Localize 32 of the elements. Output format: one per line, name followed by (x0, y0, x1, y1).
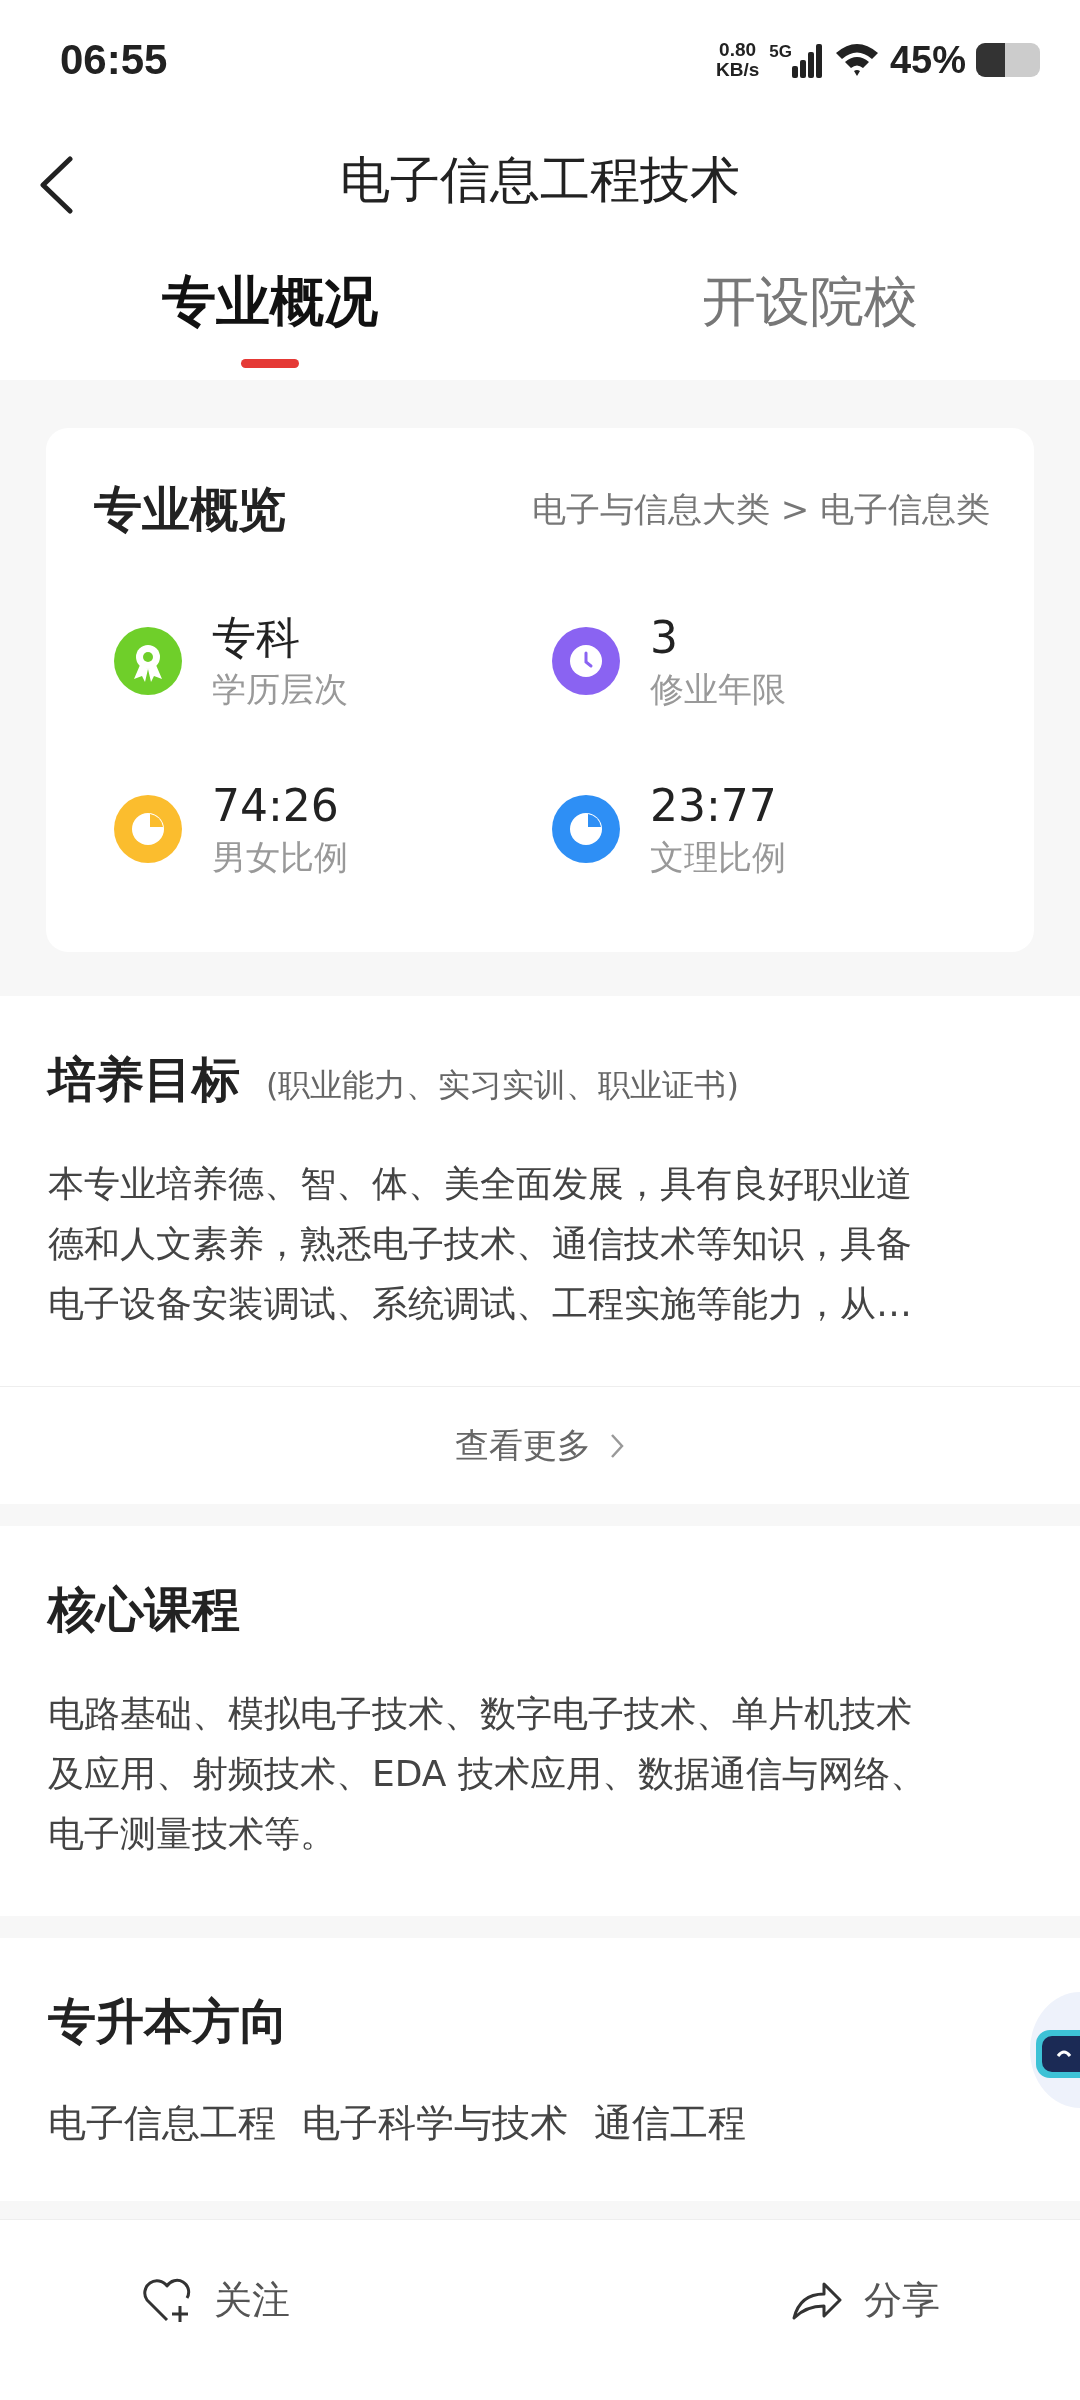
section-title: 培养目标 (48, 1050, 240, 1109)
battery-percent: 45% (889, 38, 966, 82)
section-subtitle: (职业能力、实习实训、职业证书) (266, 1065, 739, 1106)
tab[interactable]: 专业概况 (0, 240, 540, 380)
assistant-icon[interactable] (1028, 1990, 1080, 2110)
stat-label: 学历层次 (212, 668, 348, 711)
section-title: 专升本方向 (48, 1993, 288, 2049)
stat-value: 3 (650, 611, 679, 665)
follow-button[interactable]: 关注 (140, 2274, 290, 2326)
category-path: 电子与信息大类 > 电子信息类 (531, 488, 990, 531)
stat-value: 74:26 (212, 779, 340, 833)
stat-value: 专科 (212, 611, 301, 665)
share-button[interactable]: 分享 (790, 2274, 940, 2326)
page-title: 电子信息工程技术 (340, 149, 740, 211)
back-icon[interactable] (38, 156, 74, 214)
card-title: 专业概览 (94, 480, 286, 539)
network-type: 5G (769, 42, 792, 62)
major-item: 电子信息工程 (48, 2100, 276, 2147)
battery-icon (976, 43, 1040, 77)
major-item: 电子科学与技术 (302, 2100, 568, 2147)
tab[interactable]: 开设院校 (540, 240, 1080, 380)
goal-text: 本专业培养德、智、体、美全面发展，具有良好职业道 德和人文素养，熟悉电子技术、通信技术等知识，具备 电子设备安装调试、系统调试、工程实施等能力，从… (48, 1162, 913, 1326)
section-title: 核心课程 (48, 1581, 240, 1637)
stat-label: 文理比例 (650, 836, 786, 879)
major-item: 通信工程 (594, 2100, 746, 2147)
clock-time: 06:55 (60, 36, 168, 84)
stat-label: 修业年限 (650, 668, 786, 711)
network-speed: 0.80 (719, 40, 757, 60)
courses-text: 电路基础、模拟电子技术、数字电子技术、单片机技术 及应用、射频技术、EDA 技术应用、数据通信与网络、 电子测量技术等。 (48, 1692, 927, 1856)
stat-value: 23:77 (650, 779, 778, 833)
speed-unit: KB/s (715, 60, 760, 80)
stat-label: 男女比例 (212, 836, 348, 879)
